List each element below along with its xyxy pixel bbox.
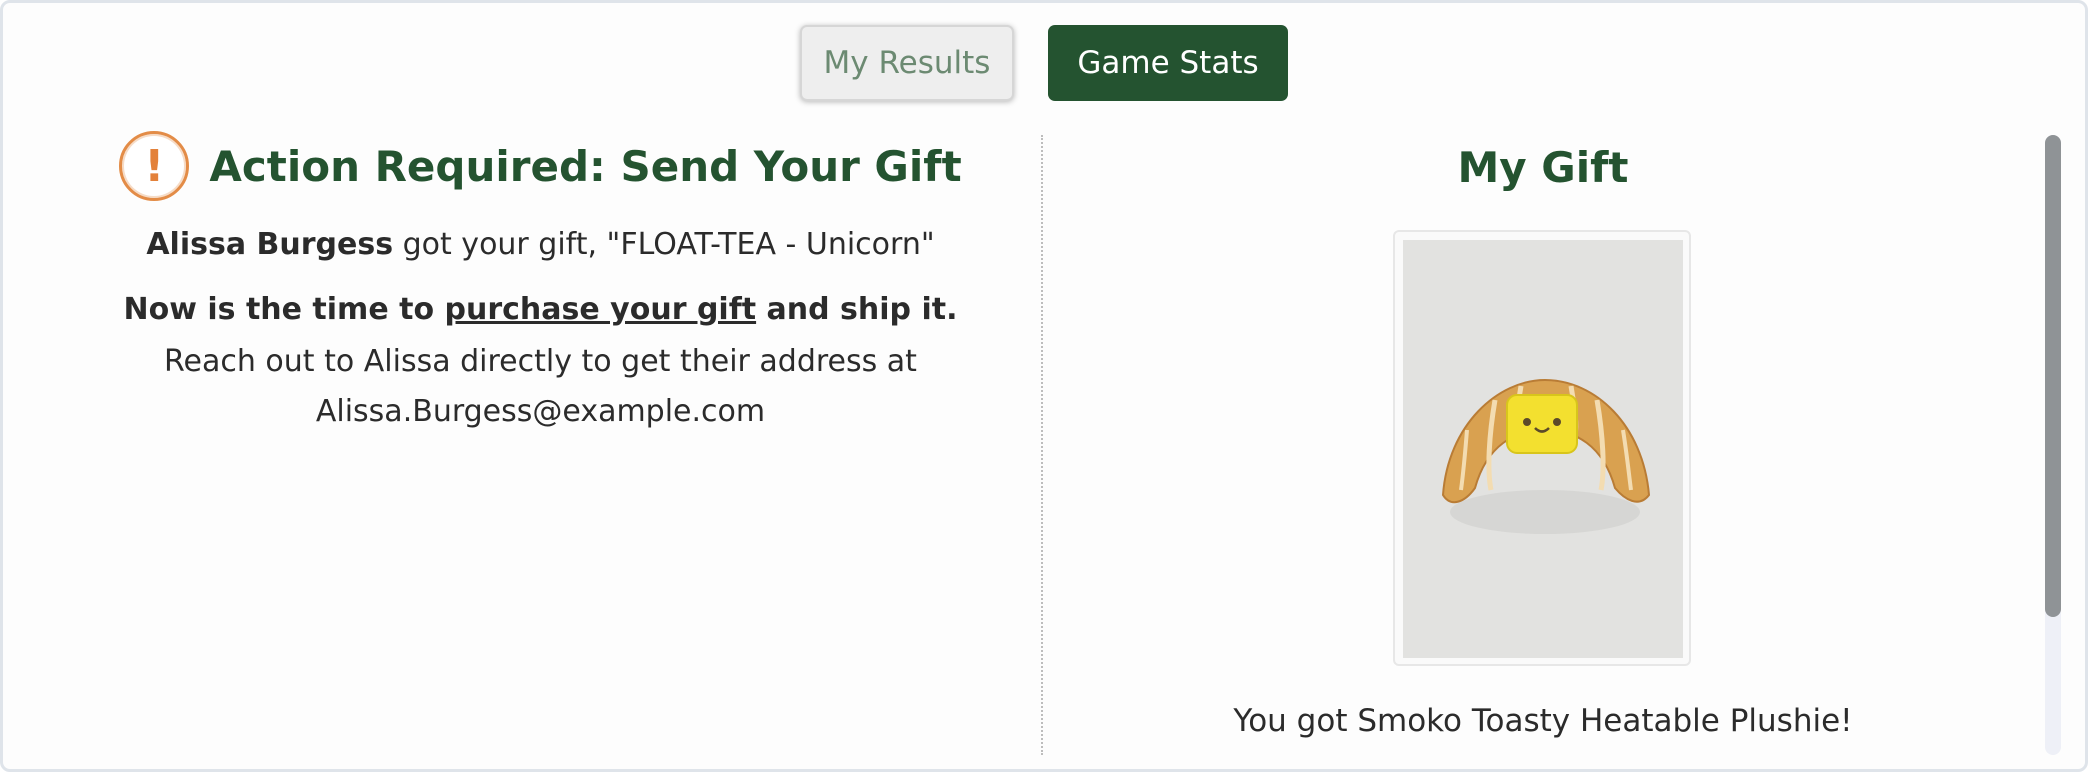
recipient-name: Alissa Burgess [146, 227, 394, 262]
instruction-suffix: and ship it. [756, 292, 958, 327]
tab-bar: My Results Game Stats [3, 25, 2085, 101]
purchase-gift-link[interactable]: purchase your gift [445, 292, 757, 327]
contact-email: Alissa.Burgess@example.com [315, 394, 766, 429]
purchase-instruction: Now is the time to purchase your gift an… [103, 292, 978, 327]
action-title: Action Required: Send Your Gift [209, 141, 962, 191]
contact-text: Reach out to Alissa directly to get thei… [164, 344, 917, 379]
gift-photo [1403, 240, 1683, 658]
gift-title: My Gift [1457, 143, 1629, 192]
tab-game-stats[interactable]: Game Stats [1048, 25, 1288, 101]
my-gift-section: My Gift You got Smoko Toasty Heatable Pl… [1043, 135, 2043, 739]
scrollbar[interactable] [2045, 135, 2061, 755]
received-text: got your gift, "FLOAT-TEA - Unicorn" [393, 227, 935, 262]
action-section: ! Action Required: Send Your Gift Alissa… [103, 131, 978, 437]
scrollbar-thumb[interactable] [2045, 135, 2061, 617]
gift-caption: You got Smoko Toasty Heatable Plushie! [1233, 703, 1853, 739]
instruction-prefix: Now is the time to [123, 292, 445, 327]
results-panel: My Results Game Stats ! Action Required:… [0, 0, 2088, 772]
croissant-plushie-image [1403, 240, 1683, 658]
contact-message: Reach out to Alissa directly to get thei… [103, 337, 978, 437]
exclamation-circle-icon: ! [119, 131, 190, 201]
action-heading: ! Action Required: Send Your Gift [103, 131, 978, 201]
tab-my-results[interactable]: My Results [800, 25, 1014, 101]
section-divider [1041, 135, 1043, 755]
gift-image [1393, 230, 1691, 666]
gift-received-message: Alissa Burgess got your gift, "FLOAT-TEA… [103, 227, 978, 262]
